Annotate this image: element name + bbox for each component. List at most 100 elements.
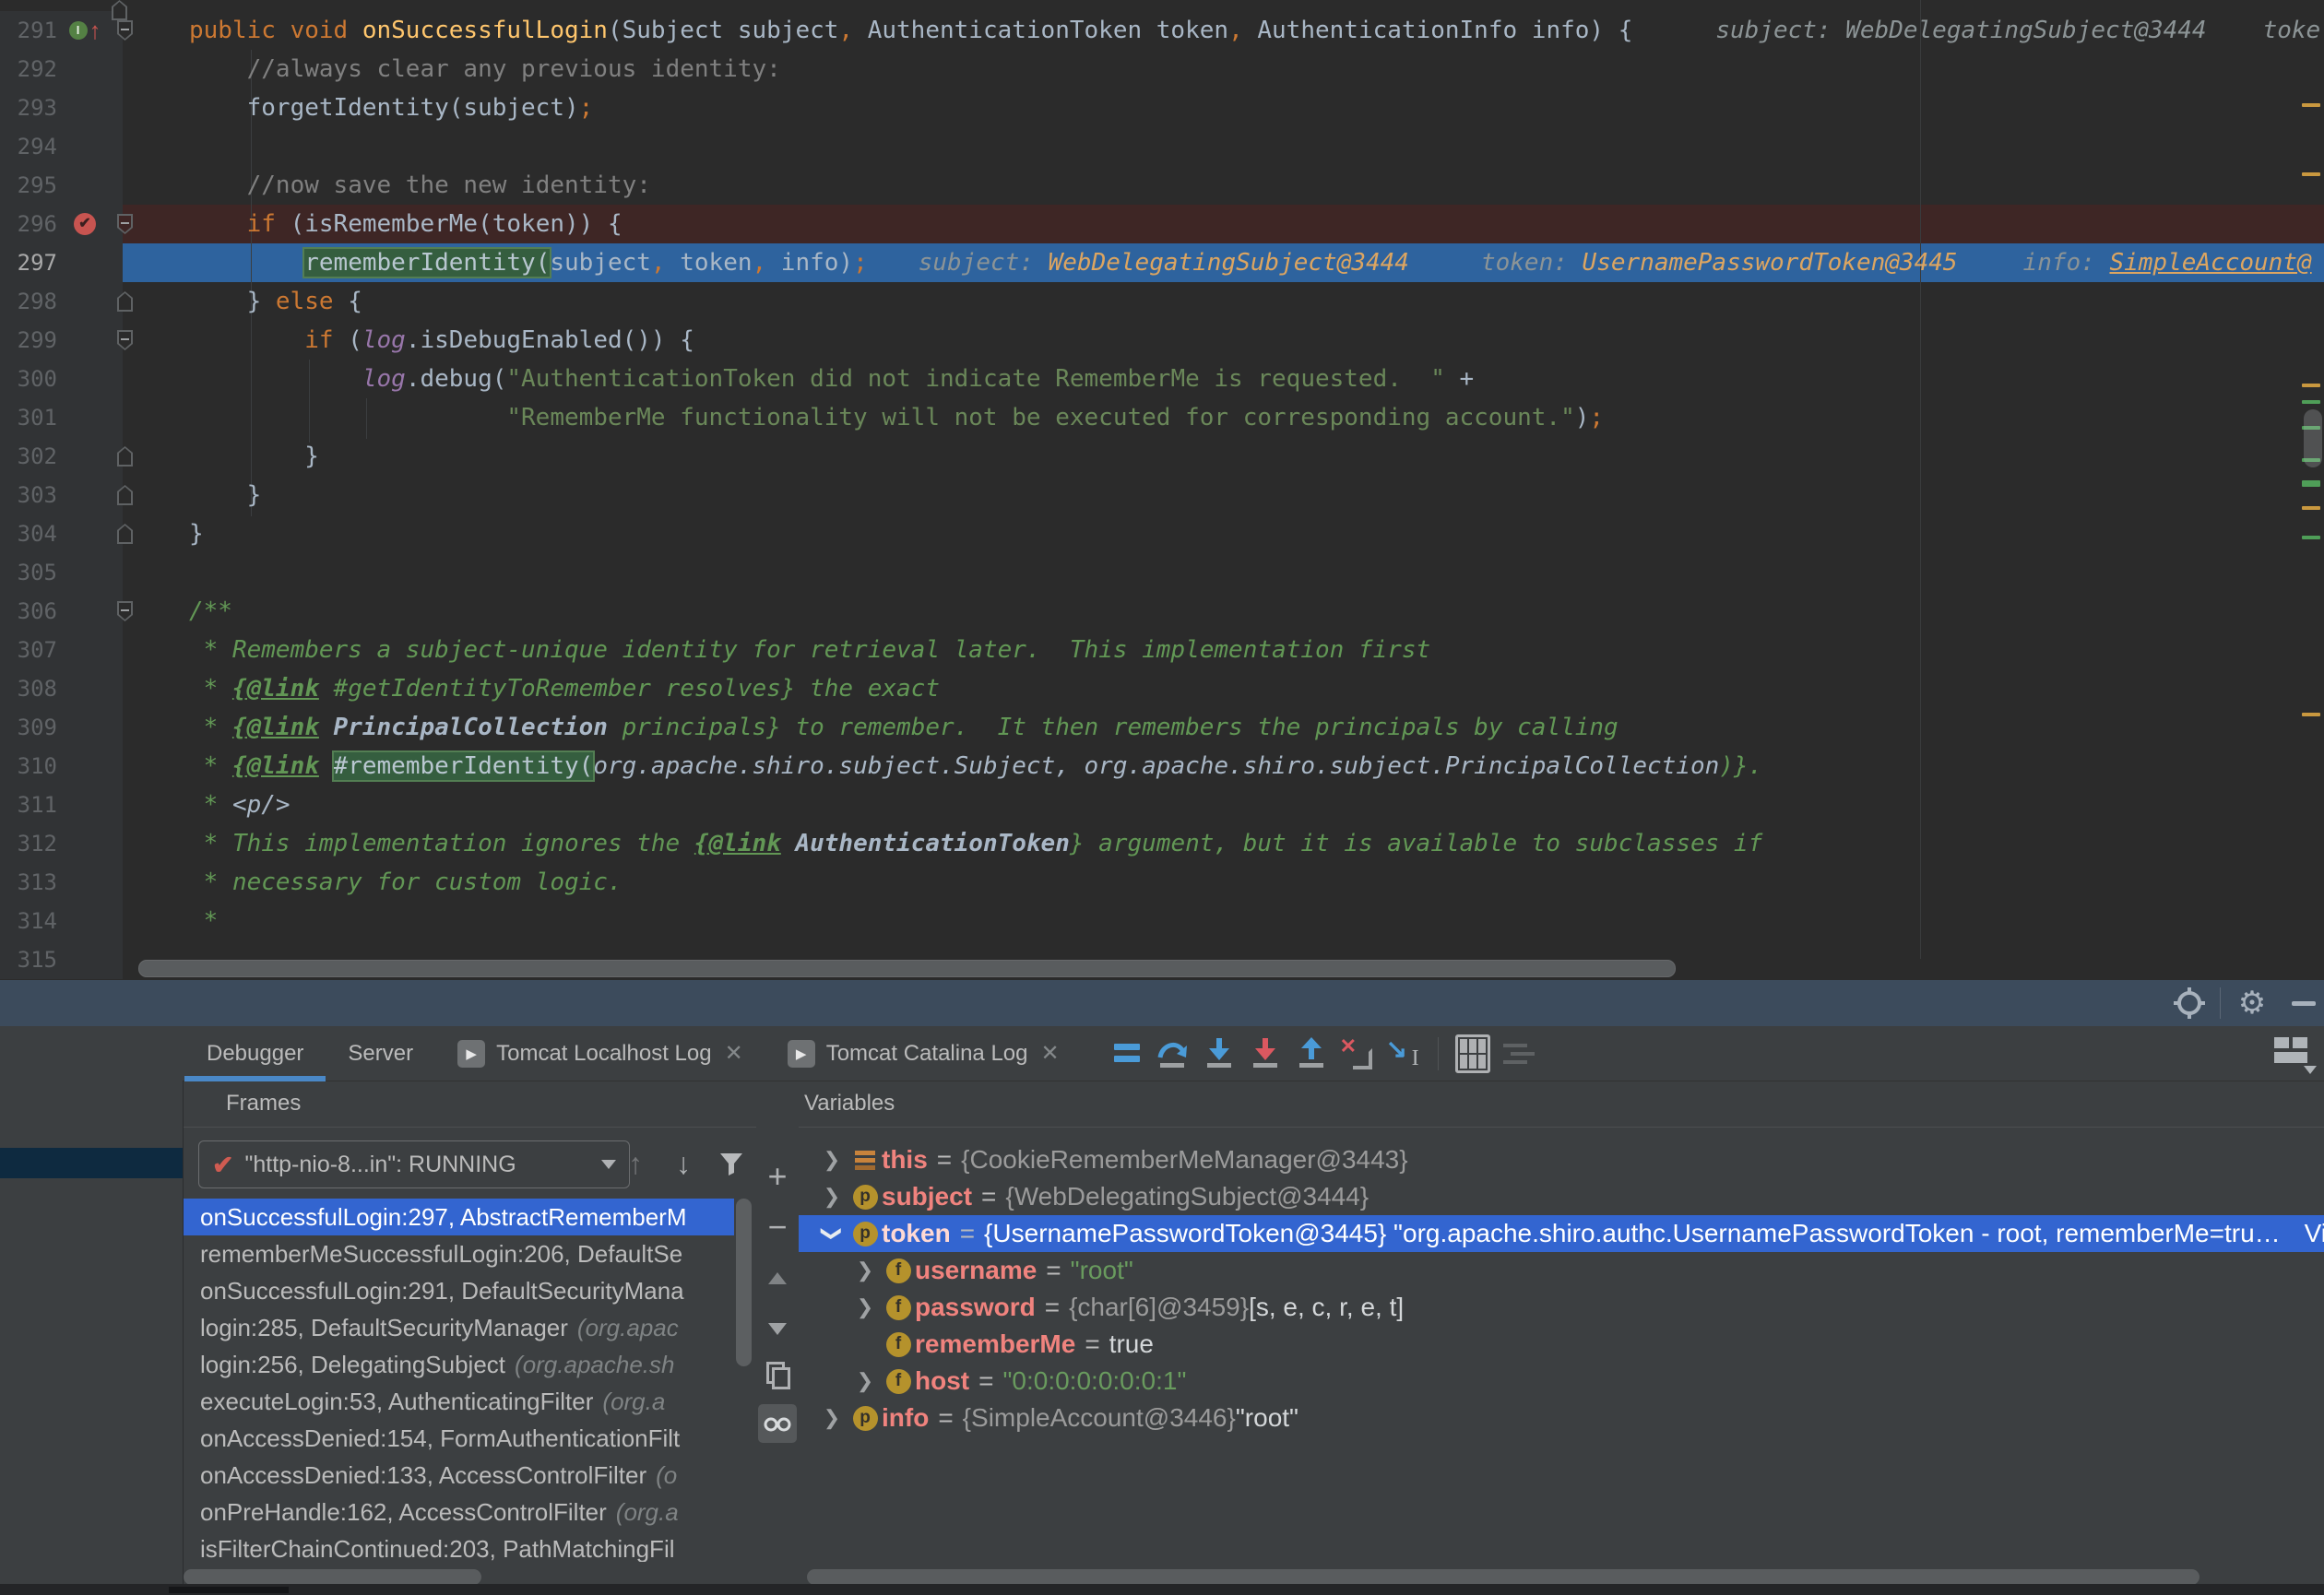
warning-mark[interactable] (2302, 506, 2320, 510)
tab-debugger[interactable]: Debugger (184, 1026, 326, 1081)
exec-point-icon[interactable] (1108, 1034, 1146, 1073)
frame-row[interactable]: onPreHandle:162, AccessControlFilter (org… (184, 1494, 734, 1530)
frame-row[interactable]: onAccessDenied:133, AccessControlFilter (… (184, 1457, 734, 1494)
frames-horizontal-scrollbar[interactable] (184, 1569, 481, 1585)
show-watches-icon[interactable] (758, 1404, 797, 1443)
tab-server[interactable]: Server (326, 1026, 435, 1081)
chevron-icon[interactable]: ❯ (848, 1295, 882, 1319)
next-frame-icon[interactable]: ↓ (665, 1140, 702, 1187)
breakpoint-icon[interactable]: ✔ (57, 205, 113, 243)
step-out-icon[interactable] (1292, 1034, 1331, 1073)
code-line-309[interactable]: 309 * {@link PrincipalCollection princip… (0, 708, 2324, 747)
warning-mark[interactable] (2302, 713, 2320, 716)
gear-icon[interactable]: ⚙ (2232, 980, 2272, 1026)
variable-row-token[interactable]: ❯ p token = {UsernamePasswordToken@3445} "or… (799, 1215, 2324, 1252)
fold-marker[interactable] (117, 330, 133, 350)
fold-marker[interactable] (117, 214, 133, 234)
previous-frame-icon[interactable]: ↑ (617, 1140, 654, 1187)
frame-row[interactable]: rememberMeSuccessfulLogin:206, DefaultSe (184, 1235, 734, 1272)
filter-icon[interactable] (713, 1140, 750, 1187)
run-to-cursor-icon[interactable]: ↘ I (1384, 1034, 1423, 1073)
remove-watch-icon[interactable]: − (758, 1208, 797, 1246)
code-line-299[interactable]: 299 if (log.isDebugEnabled()) { (0, 321, 2324, 360)
code-line-296[interactable]: 296 ✔ if (isRememberMe(token)) { (0, 205, 2324, 243)
variable-row-info[interactable]: ❯ p info = {SimpleAccount@3446} "root" (799, 1400, 2324, 1436)
code-line-311[interactable]: 311 * <p/> (0, 786, 2324, 824)
fold-marker[interactable] (117, 524, 133, 544)
code-line-293[interactable]: 293 forgetIdentity(subject); (0, 89, 2324, 127)
force-step-into-icon[interactable] (1246, 1034, 1285, 1073)
add-watch-icon[interactable]: + (758, 1157, 797, 1196)
step-into-icon[interactable] (1200, 1034, 1239, 1073)
close-icon[interactable]: ✕ (725, 1040, 743, 1067)
warning-mark[interactable] (2302, 172, 2320, 176)
code-line-313[interactable]: 313 * necessary for custom logic. (0, 863, 2324, 902)
target-icon[interactable] (2169, 980, 2210, 1026)
tab-tomcat-catalina-log[interactable]: ▶ Tomcat Catalina Log ✕ (765, 1026, 1082, 1081)
editor-horizontal-scrollbar[interactable] (138, 960, 1676, 977)
code-line-301[interactable]: 301 "RememberMe functionality will not b… (0, 398, 2324, 437)
duplicate-icon[interactable] (758, 1355, 797, 1394)
code-line-295[interactable]: 295 //now save the new identity: (0, 166, 2324, 205)
fold-marker[interactable] (117, 601, 133, 621)
match-mark[interactable] (2302, 536, 2320, 539)
chevron-icon[interactable]: ❯ (848, 1258, 882, 1282)
fold-marker[interactable] (117, 446, 133, 467)
chevron-icon[interactable]: ❯ (820, 1217, 844, 1250)
code-line-307[interactable]: 307 * Remembers a subject-unique identit… (0, 631, 2324, 669)
fold-marker[interactable] (117, 485, 133, 505)
frames-vertical-scrollbar[interactable] (736, 1199, 752, 1366)
match-mark[interactable] (2302, 480, 2320, 487)
fold-marker[interactable] (117, 291, 133, 312)
frame-row[interactable]: isFilterChainContinued:203, PathMatching… (184, 1530, 734, 1563)
evaluate-expression-icon[interactable] (1453, 1034, 1492, 1073)
close-icon[interactable]: ✕ (1041, 1040, 1060, 1067)
frame-row[interactable]: login:256, DelegatingSubject (org.apache.… (184, 1346, 734, 1383)
code-line-292[interactable]: 292 //always clear any previous identity… (0, 50, 2324, 89)
code-line-310[interactable]: 310 * {@link #rememberIdentity(org.apach… (0, 747, 2324, 786)
warning-mark[interactable] (2302, 103, 2320, 107)
move-down-icon[interactable] (758, 1309, 797, 1348)
code-line-312[interactable]: 312 * This implementation ignores the {@… (0, 824, 2324, 863)
code-line-314[interactable]: 314 * (0, 902, 2324, 940)
frame-row[interactable]: login:285, DefaultSecurityManager (org.ap… (184, 1309, 734, 1346)
frame-row[interactable]: onSuccessfulLogin:291, DefaultSecurityMa… (184, 1272, 734, 1309)
trace-settings-icon[interactable] (1500, 1034, 1538, 1073)
code-line-306[interactable]: 306 /** (0, 592, 2324, 631)
error-stripe[interactable] (2298, 0, 2324, 980)
variable-row-host[interactable]: ❯ f host = "0:0:0:0:0:0:0:1" (799, 1363, 2324, 1400)
thread-selector[interactable]: ✔ "http-nio-8...in": RUNNING (198, 1140, 630, 1188)
frame-row[interactable]: onAccessDenied:154, FormAuthenticationFi… (184, 1420, 734, 1457)
drop-frame-icon[interactable]: ✕ (1338, 1034, 1377, 1073)
chevron-icon[interactable]: ❯ (815, 1185, 848, 1209)
match-mark[interactable] (2302, 400, 2320, 404)
tab-tomcat-localhost-log[interactable]: ▶ Tomcat Localhost Log ✕ (435, 1026, 765, 1081)
restore-layout-icon[interactable] (2272, 1034, 2317, 1074)
code-line-302[interactable]: 302 } (0, 437, 2324, 476)
code-line-308[interactable]: 308 * {@link #getIdentityToRemember reso… (0, 669, 2324, 708)
minimize-icon[interactable] (2285, 980, 2322, 1026)
code-line-294[interactable]: 294 (0, 127, 2324, 166)
editor-vertical-scrollbar[interactable] (2304, 409, 2322, 467)
frame-row[interactable]: executeLogin:53, AuthenticatingFilter (or… (184, 1383, 734, 1420)
warning-mark[interactable] (2302, 384, 2320, 387)
code-line-291[interactable]: 291 I ↑ public void onSuccessfulLogin(Subje… (0, 11, 2324, 50)
fold-marker[interactable] (112, 0, 127, 25)
code-line-303[interactable]: 303 } (0, 476, 2324, 514)
chevron-icon[interactable]: ❯ (815, 1148, 848, 1172)
variable-row-this[interactable]: ❯ this = {CookieRememberMeManager@3443} (799, 1141, 2324, 1178)
code-line-305[interactable]: 305 (0, 553, 2324, 592)
chevron-icon[interactable]: ❯ (848, 1369, 882, 1393)
chevron-icon[interactable]: ❯ (815, 1406, 848, 1430)
code-editor[interactable]: 291 I ↑ public void onSuccessfulLogin(Subje… (0, 0, 2324, 980)
variable-row-subject[interactable]: ❯ p subject = {WebDelegatingSubject@3444} (799, 1178, 2324, 1215)
code-line-300[interactable]: 300 log.debug("AuthenticationToken did n… (0, 360, 2324, 398)
step-over-icon[interactable] (1154, 1034, 1192, 1073)
override-method-icon[interactable]: I ↑ (57, 11, 113, 50)
variable-row-rememberMe[interactable]: f rememberMe = true (799, 1326, 2324, 1363)
variables-horizontal-scrollbar[interactable] (807, 1569, 2200, 1585)
variable-row-password[interactable]: ❯ f password = {char[6]@3459} [s, e, c, r, e… (799, 1289, 2324, 1326)
variable-row-username[interactable]: ❯ f username = "root" (799, 1252, 2324, 1289)
code-line-304[interactable]: 304} (0, 514, 2324, 553)
move-up-icon[interactable] (758, 1258, 797, 1297)
